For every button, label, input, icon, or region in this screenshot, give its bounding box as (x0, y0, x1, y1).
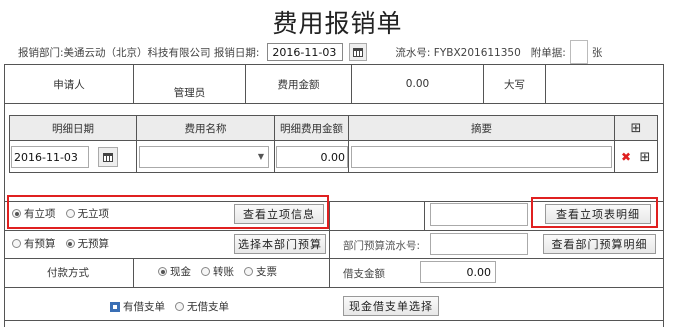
detail-amount-input[interactable]: 0.00 (276, 146, 348, 168)
attachments-unit: 张 (591, 46, 603, 59)
calendar-icon[interactable] (98, 147, 118, 167)
chevron-down-icon: ▼ (257, 152, 264, 161)
amount-label: 费用金额 (277, 78, 320, 91)
capital-value (546, 65, 663, 103)
report-date-input[interactable]: 2016-11-03 (267, 43, 344, 61)
divider (5, 103, 663, 104)
highlight-project-detail (531, 197, 658, 228)
col-header-amount: 明细费用金额 (280, 122, 343, 135)
loan-options: 有借支单 无借支单 (110, 299, 239, 314)
attachments-input[interactable] (569, 40, 588, 64)
dept-label: 报销部门:美通云动（北京）科技有限公司 报销日期: (18, 46, 260, 59)
payment-radio-group: 现金 转账 支票 (158, 264, 287, 279)
capital-label: 大写 (504, 78, 525, 91)
budget-yes-radio[interactable]: 有预算 (12, 236, 56, 251)
page-title: 费用报销单 (272, 9, 403, 38)
budget-serial-label: 部门预算流水号: (343, 240, 421, 252)
header-bar: 报销部门:美通云动（北京）科技有限公司 报销日期: 2016-11-03 流水号… (18, 40, 602, 64)
calendar-icon[interactable] (349, 43, 368, 61)
highlight-project-section (7, 195, 329, 229)
has-loan-checkbox[interactable]: 有借支单 (110, 299, 165, 314)
col-header-name: 费用名称 (184, 122, 227, 135)
payment-cheque-radio[interactable]: 支票 (244, 264, 277, 279)
serial-number: 流水号: FYBX201611350 (395, 46, 521, 59)
detail-date-input[interactable]: 2016-11-03 (11, 146, 89, 168)
budget-serial-input[interactable] (430, 233, 528, 255)
expense-name-select[interactable]: ▼ (139, 146, 269, 168)
detail-table: 明细日期 费用名称 明细费用金额 摘要 ⊞ 2016-11-03 ▼ 0.00 … (9, 115, 658, 173)
payment-label: 付款方式 (47, 267, 89, 279)
loan-amount-label: 借支金额 (343, 268, 385, 280)
attachments-label: 附单据: (530, 46, 566, 59)
loan-amount-input[interactable]: 0.00 (420, 261, 496, 283)
col-header-summary: 摘要 (471, 122, 492, 135)
applicant-label: 申请人 (53, 78, 85, 91)
cash-loan-select-button[interactable]: 现金借支单选择 (343, 296, 439, 316)
col-header-date: 明细日期 (52, 122, 94, 135)
view-budget-detail-button[interactable]: 查看部门预算明细 (543, 234, 656, 254)
no-loan-radio[interactable]: 无借支单 (175, 299, 229, 314)
budget-no-radio[interactable]: 无预算 (65, 236, 109, 251)
project-info-field[interactable] (430, 203, 528, 226)
add-icon[interactable]: ⊞ (635, 146, 655, 168)
payment-cash-radio[interactable]: 现金 (158, 264, 191, 279)
select-budget-button[interactable]: 选择本部门预算 (234, 234, 326, 254)
payment-transfer-radio[interactable]: 转账 (201, 264, 234, 279)
applicant-value: 管理员 (173, 86, 206, 99)
add-row-icon[interactable]: ⊞ (615, 116, 657, 140)
detail-summary-input[interactable] (351, 146, 612, 168)
amount-value: 0.00 (405, 78, 430, 90)
delete-icon[interactable]: ✖ (617, 146, 635, 168)
budget-radio-group: 有预算 无预算 (12, 236, 119, 251)
